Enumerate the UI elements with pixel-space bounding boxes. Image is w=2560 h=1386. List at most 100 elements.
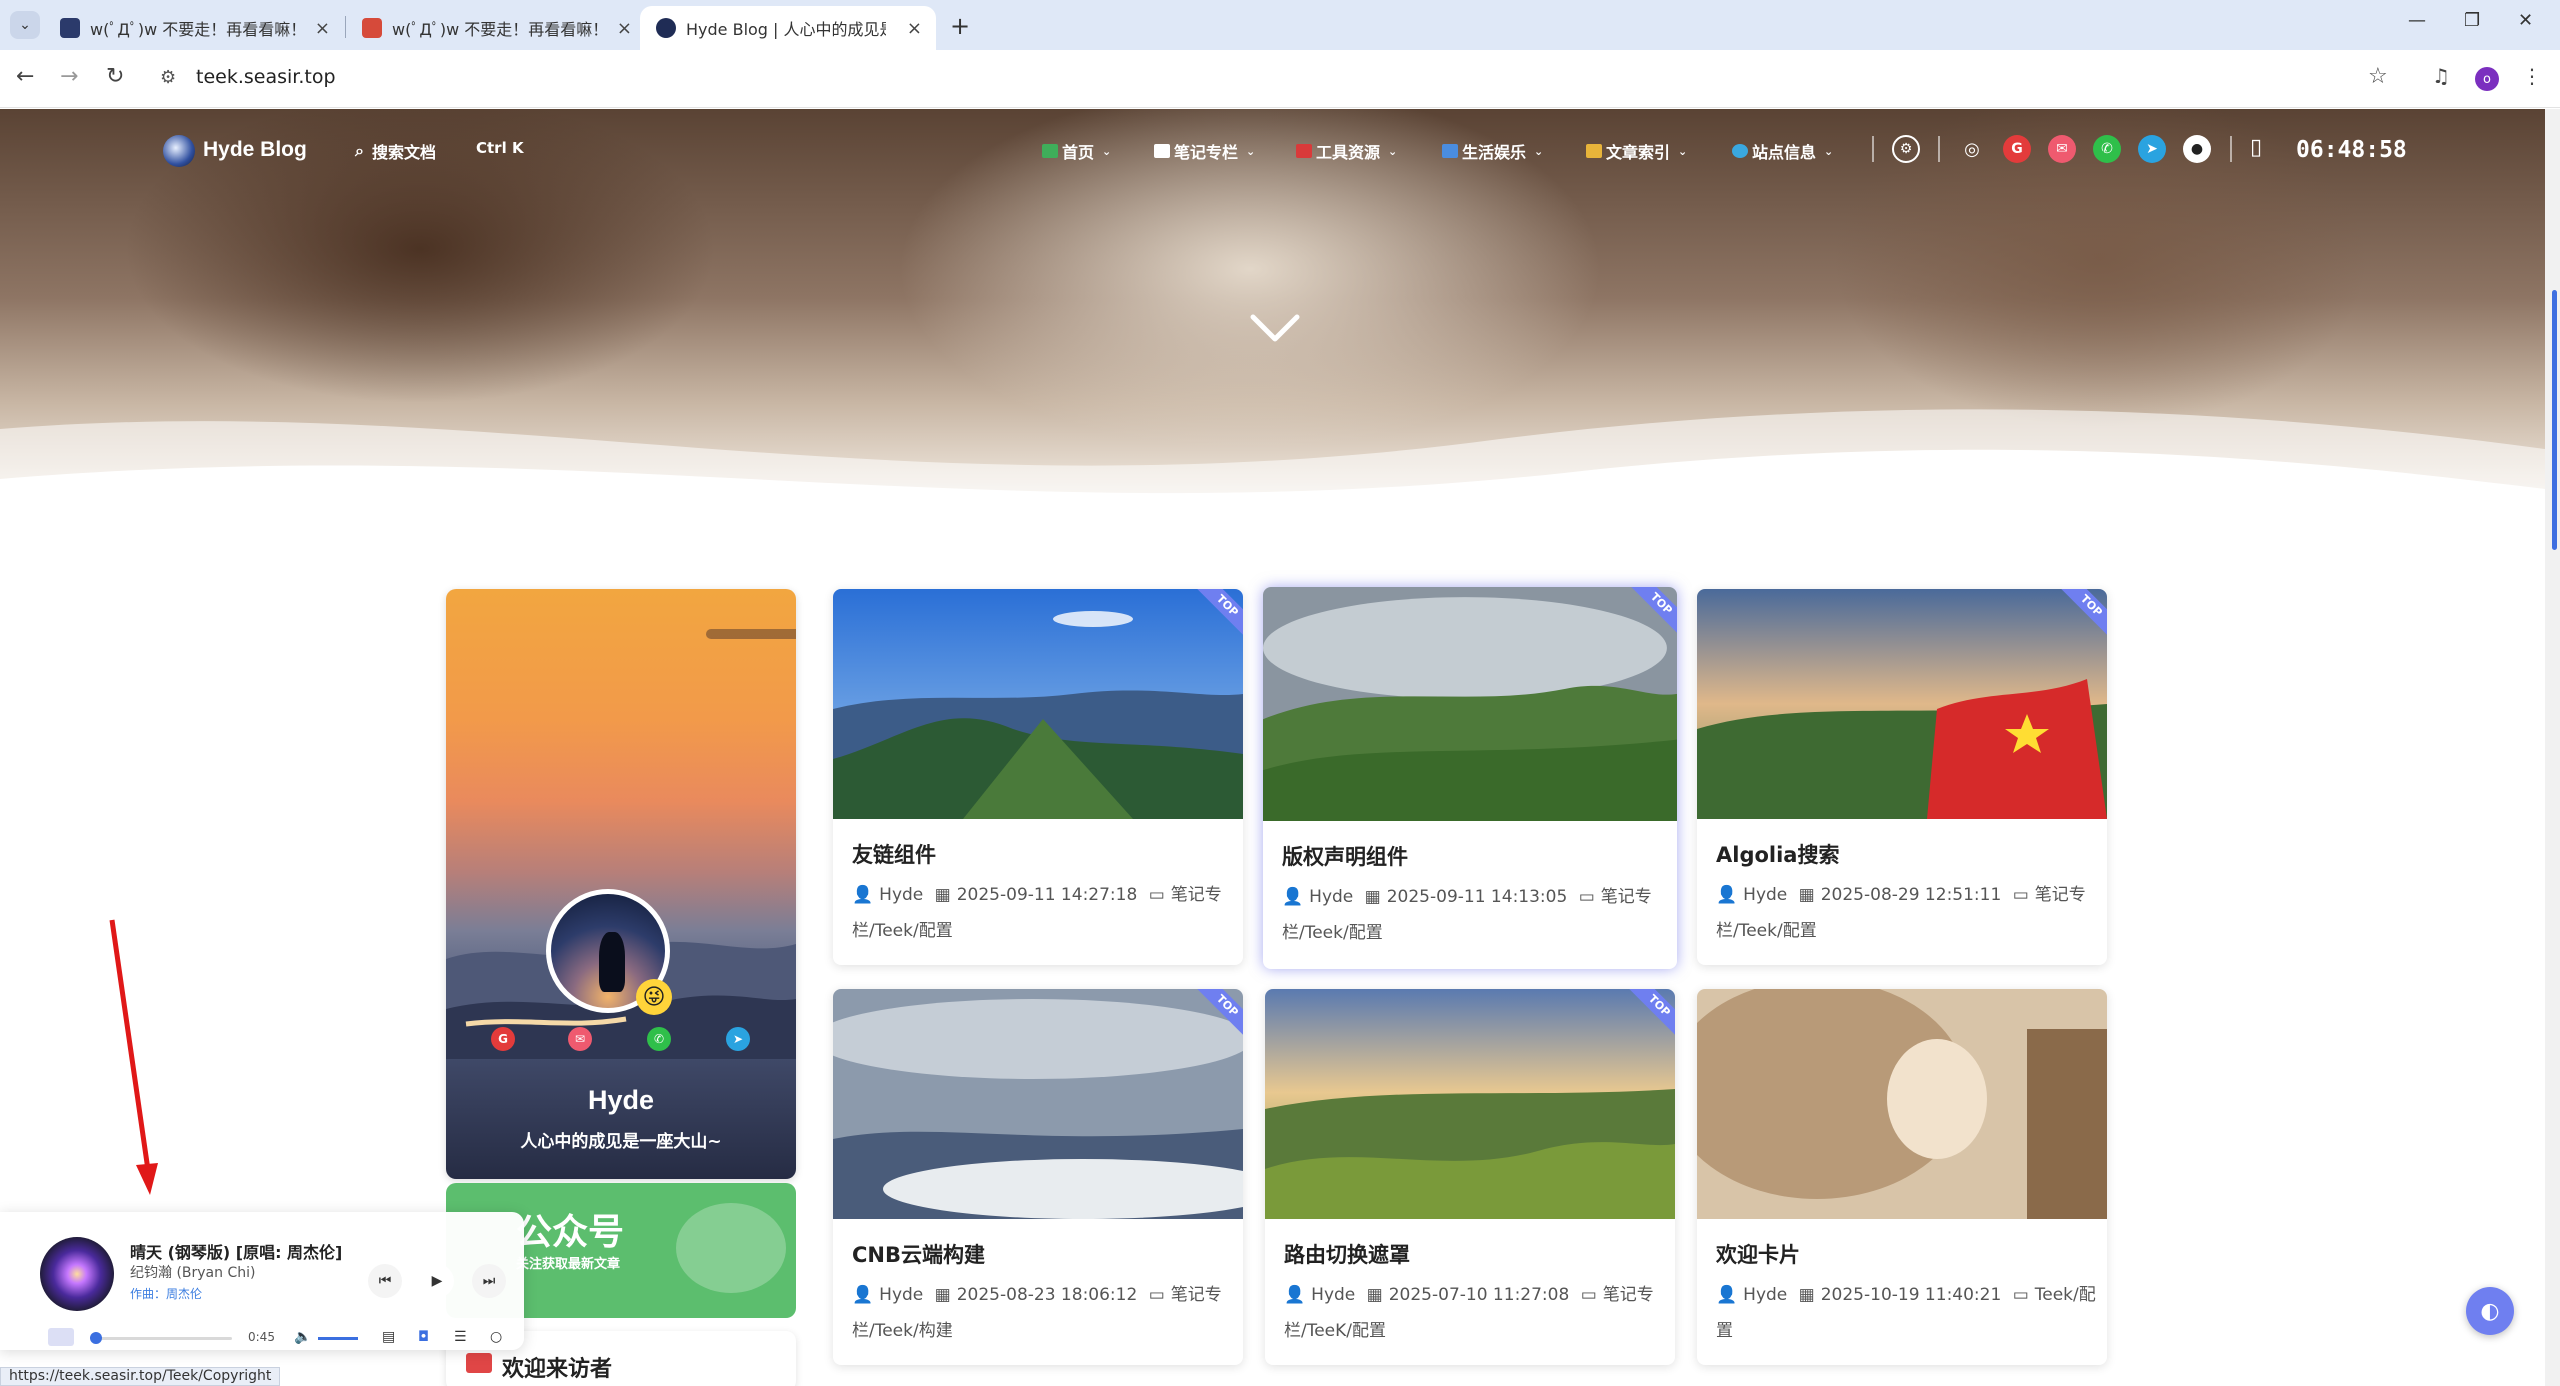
post-title[interactable]: Algolia搜索 (1716, 839, 1839, 869)
scroll-down-chevron-icon[interactable] (1250, 314, 1300, 344)
profile-motto: 人心中的成见是一座大山~ (520, 1132, 722, 1152)
reading-mode-icon[interactable]: ▯ (2250, 135, 2262, 160)
post-title[interactable]: 版权声明组件 (1282, 841, 1408, 871)
next-track-icon[interactable]: ⏭ (472, 1264, 506, 1298)
post-cover-image (1265, 989, 1675, 1219)
play-icon[interactable]: ▶ (420, 1264, 454, 1298)
progress-track[interactable] (92, 1337, 232, 1340)
close-tab-icon[interactable]: × (907, 18, 922, 39)
gitee-icon[interactable]: G (2003, 135, 2031, 163)
nav-menu-label: 生活娱乐 (1462, 143, 1527, 162)
globe-icon (1732, 144, 1748, 158)
close-tab-icon[interactable]: × (315, 18, 330, 39)
lyrics-icon[interactable]: ▤ (382, 1329, 395, 1345)
bookmark-star-icon[interactable]: ☆ (2368, 64, 2388, 89)
nav-menu-site-info[interactable]: 站点信息 ⌄ (1732, 139, 1833, 163)
browser-tab[interactable]: w(ﾟДﾟ)w 不要走！再看看嘛！ × (346, 6, 646, 50)
profile-avatar[interactable]: o (2475, 67, 2499, 91)
status-emoji: 😜 (636, 979, 672, 1015)
prev-track-icon[interactable]: ⏮ (368, 1264, 402, 1298)
lyrics-thumb[interactable] (48, 1328, 74, 1346)
post-cover-image (833, 589, 1243, 819)
song-title: 晴天 (钢琴版) [原唱: 周杰伦] (130, 1243, 343, 1262)
email-icon[interactable]: ✉ (568, 1027, 592, 1051)
reload-icon[interactable]: ↻ (106, 64, 124, 89)
post-title[interactable]: CNB云端构建 (852, 1239, 985, 1269)
post-date: 2025-09-11 14:13:05 (1386, 887, 1568, 907)
gitee-icon[interactable]: G (491, 1027, 515, 1051)
volume-icon[interactable]: 🔈 (294, 1329, 311, 1345)
post-card-hovered[interactable]: TOP 版权声明组件 👤 Hyde ▦ 2025-09-11 14:13:05 ▭ 笔… (1263, 587, 1677, 969)
restore-button[interactable]: ❐ (2464, 10, 2480, 31)
theme-settings-icon[interactable]: ⚙ (1892, 135, 1920, 163)
site-info-icon[interactable]: ⚙ (160, 67, 176, 88)
calendar-icon: ▦ (1366, 1285, 1383, 1305)
whatsapp-icon[interactable]: ✆ (2093, 135, 2121, 163)
calendar-icon: ▦ (934, 1285, 951, 1305)
playlist-icon[interactable]: ☰ (454, 1329, 467, 1345)
whatsapp-icon[interactable]: ✆ (647, 1027, 671, 1051)
volume-slider[interactable] (318, 1337, 358, 1340)
url-field[interactable]: teek.seasir.top (196, 66, 336, 88)
post-card[interactable]: TOP Algolia搜索 👤 Hyde ▦ 2025-08-29 12:51:11… (1697, 589, 2107, 965)
post-title[interactable]: 友链组件 (852, 839, 936, 869)
close-tab-icon[interactable]: × (617, 18, 632, 39)
minimize-button[interactable]: — (2408, 10, 2426, 31)
telegram-icon[interactable]: ➤ (2138, 135, 2166, 163)
email-icon[interactable]: ✉ (2048, 135, 2076, 163)
loop-icon[interactable]: ◘ (418, 1329, 429, 1345)
scrollbar-thumb[interactable] (2552, 290, 2557, 550)
site-clock: 06:48:58 (2296, 137, 2407, 163)
search-docs-button[interactable]: ⌕ 搜索文档 (355, 139, 436, 163)
progress-handle[interactable] (90, 1332, 103, 1344)
nav-menu-home[interactable]: 首页 ⌄ (1042, 139, 1111, 163)
rss-icon[interactable]: ◎ (1958, 135, 1986, 163)
album-cover[interactable] (40, 1237, 114, 1311)
post-card[interactable]: TOP 友链组件 👤 Hyde ▦ 2025-09-11 14:27:18 ▭ 笔记专… (833, 589, 1243, 965)
nav-menu-life[interactable]: 生活娱乐 ⌄ (1442, 139, 1543, 163)
chevron-down-icon: ⌄ (1388, 144, 1398, 158)
tab-favicon (656, 18, 676, 38)
media-control-icon[interactable]: ♫ (2432, 64, 2450, 88)
music-player: 晴天 (钢琴版) [原唱: 周杰伦] 纪钧瀚 (Bryan Chi) 作曲：周杰… (0, 1212, 524, 1350)
site-logo-icon[interactable] (163, 135, 195, 167)
calendar-icon: ▦ (1364, 887, 1381, 907)
calendar-icon: ▦ (1798, 885, 1815, 905)
folder-icon: ▭ (1580, 1285, 1597, 1305)
browser-tab-active[interactable]: Hyde Blog | 人心中的成见是一 × (640, 6, 936, 50)
back-icon[interactable]: ← (16, 64, 34, 89)
mode-icon[interactable]: ○ (490, 1329, 502, 1345)
wechat-title: 公众号 (516, 1212, 625, 1253)
chevron-down-icon: ⌄ (1246, 144, 1256, 158)
profile-name: Hyde (587, 1085, 655, 1115)
megaphone-icon (466, 1353, 492, 1373)
post-card[interactable]: TOP 路由切换遮罩 👤 Hyde ▦ 2025-07-10 11:27:08 ▭ 笔… (1265, 989, 1675, 1365)
nav-menu-index[interactable]: 文章索引 ⌄ (1586, 139, 1687, 163)
post-card[interactable]: TOP CNB云端构建 👤 Hyde ▦ 2025-08-23 18:06:12 ▭… (833, 989, 1243, 1365)
post-title[interactable]: 路由切换遮罩 (1284, 1239, 1410, 1269)
post-card[interactable]: 欢迎卡片 👤 Hyde ▦ 2025-10-19 11:40:21 ▭ Teek/配置 (1697, 989, 2107, 1365)
nav-menu-label: 站点信息 (1752, 143, 1817, 162)
nav-menu-notes[interactable]: 笔记专栏 ⌄ (1154, 139, 1255, 163)
theme-toggle-fab[interactable]: ◐ (2466, 1287, 2514, 1335)
new-tab-button[interactable]: + (950, 12, 970, 40)
search-icon: ⌕ (355, 141, 364, 160)
play-time: 0:45 (248, 1330, 275, 1344)
nav-menu-tools[interactable]: 工具资源 ⌄ (1296, 139, 1397, 163)
song-lyric: 作曲：周杰伦 (130, 1287, 203, 1301)
post-title[interactable]: 欢迎卡片 (1716, 1239, 1800, 1269)
post-author: Hyde (1311, 1285, 1356, 1305)
github-icon[interactable]: ● (2183, 135, 2211, 163)
tab-search-button[interactable]: ⌄ (10, 11, 40, 39)
browser-tab[interactable]: w(ﾟДﾟ)w 不要走！再看看嘛！ × (44, 6, 344, 50)
site-navbar: Hyde Blog ⌕ 搜索文档 Ctrl K 首页 ⌄ 笔记专栏 ⌄ 工具资源 ⌄ … (0, 109, 2545, 189)
forward-icon[interactable]: → (60, 64, 78, 89)
site-logo-text[interactable]: Hyde Blog (203, 138, 307, 162)
telegram-icon[interactable]: ➤ (726, 1027, 750, 1051)
notes-icon (1154, 144, 1170, 158)
folder-icon (1586, 144, 1602, 158)
close-window-button[interactable]: ✕ (2518, 10, 2533, 31)
search-label: 搜索文档 (371, 143, 436, 162)
browser-menu-icon[interactable]: ⋮ (2522, 64, 2542, 88)
post-author: Hyde (1309, 887, 1354, 907)
